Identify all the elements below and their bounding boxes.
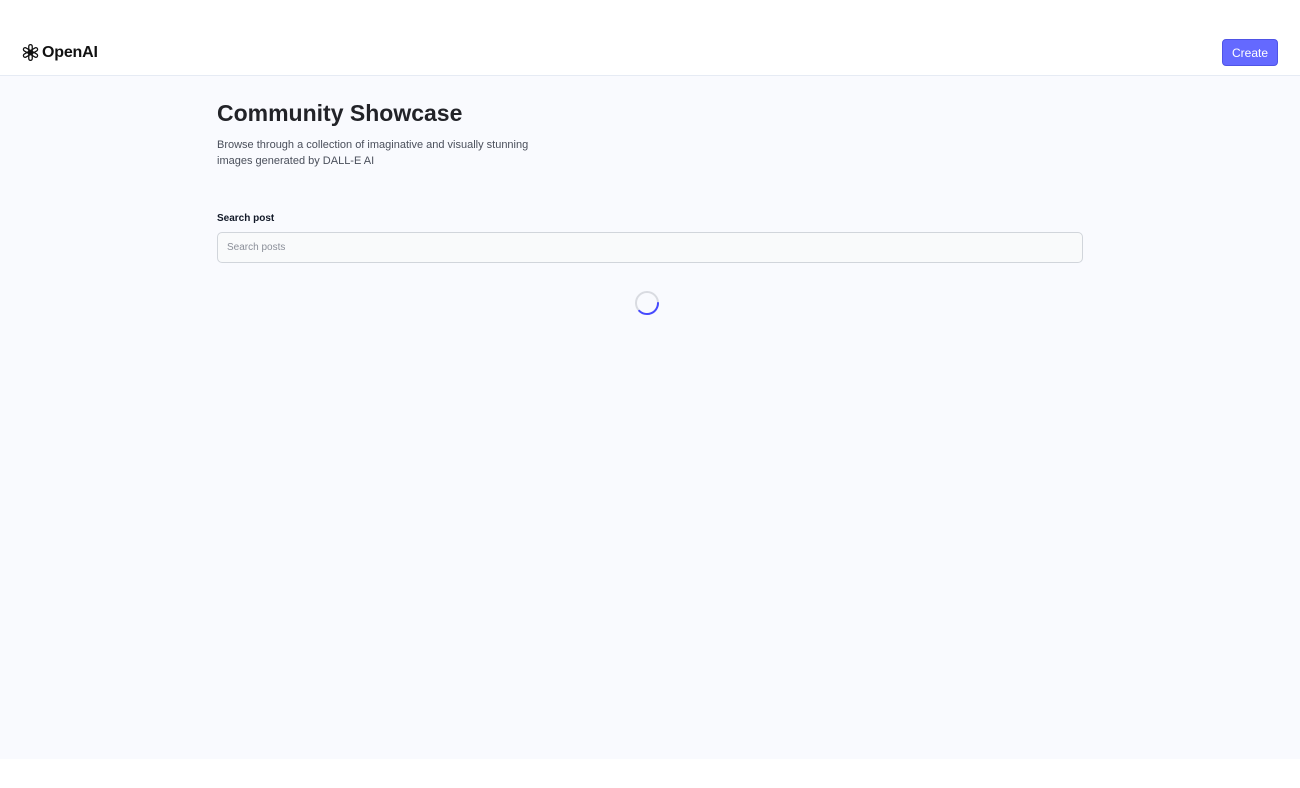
- openai-logo-icon: [21, 43, 40, 62]
- loading-spinner-icon: [634, 290, 660, 316]
- search-label: Search post: [217, 213, 275, 224]
- main-content: Community Showcase Browse through a coll…: [0, 76, 1300, 759]
- search-input[interactable]: [217, 232, 1083, 263]
- page-title: Community Showcase: [217, 100, 463, 126]
- logo-link[interactable]: OpenAI: [21, 42, 98, 63]
- logo-text: OpenAI: [42, 43, 98, 61]
- header: OpenAI Create: [0, 0, 1300, 76]
- page-subtitle: Browse through a collection of imaginati…: [217, 139, 529, 167]
- page: OpenAI Create Community Showcase Browse …: [0, 0, 1300, 788]
- create-button[interactable]: Create: [1222, 39, 1278, 66]
